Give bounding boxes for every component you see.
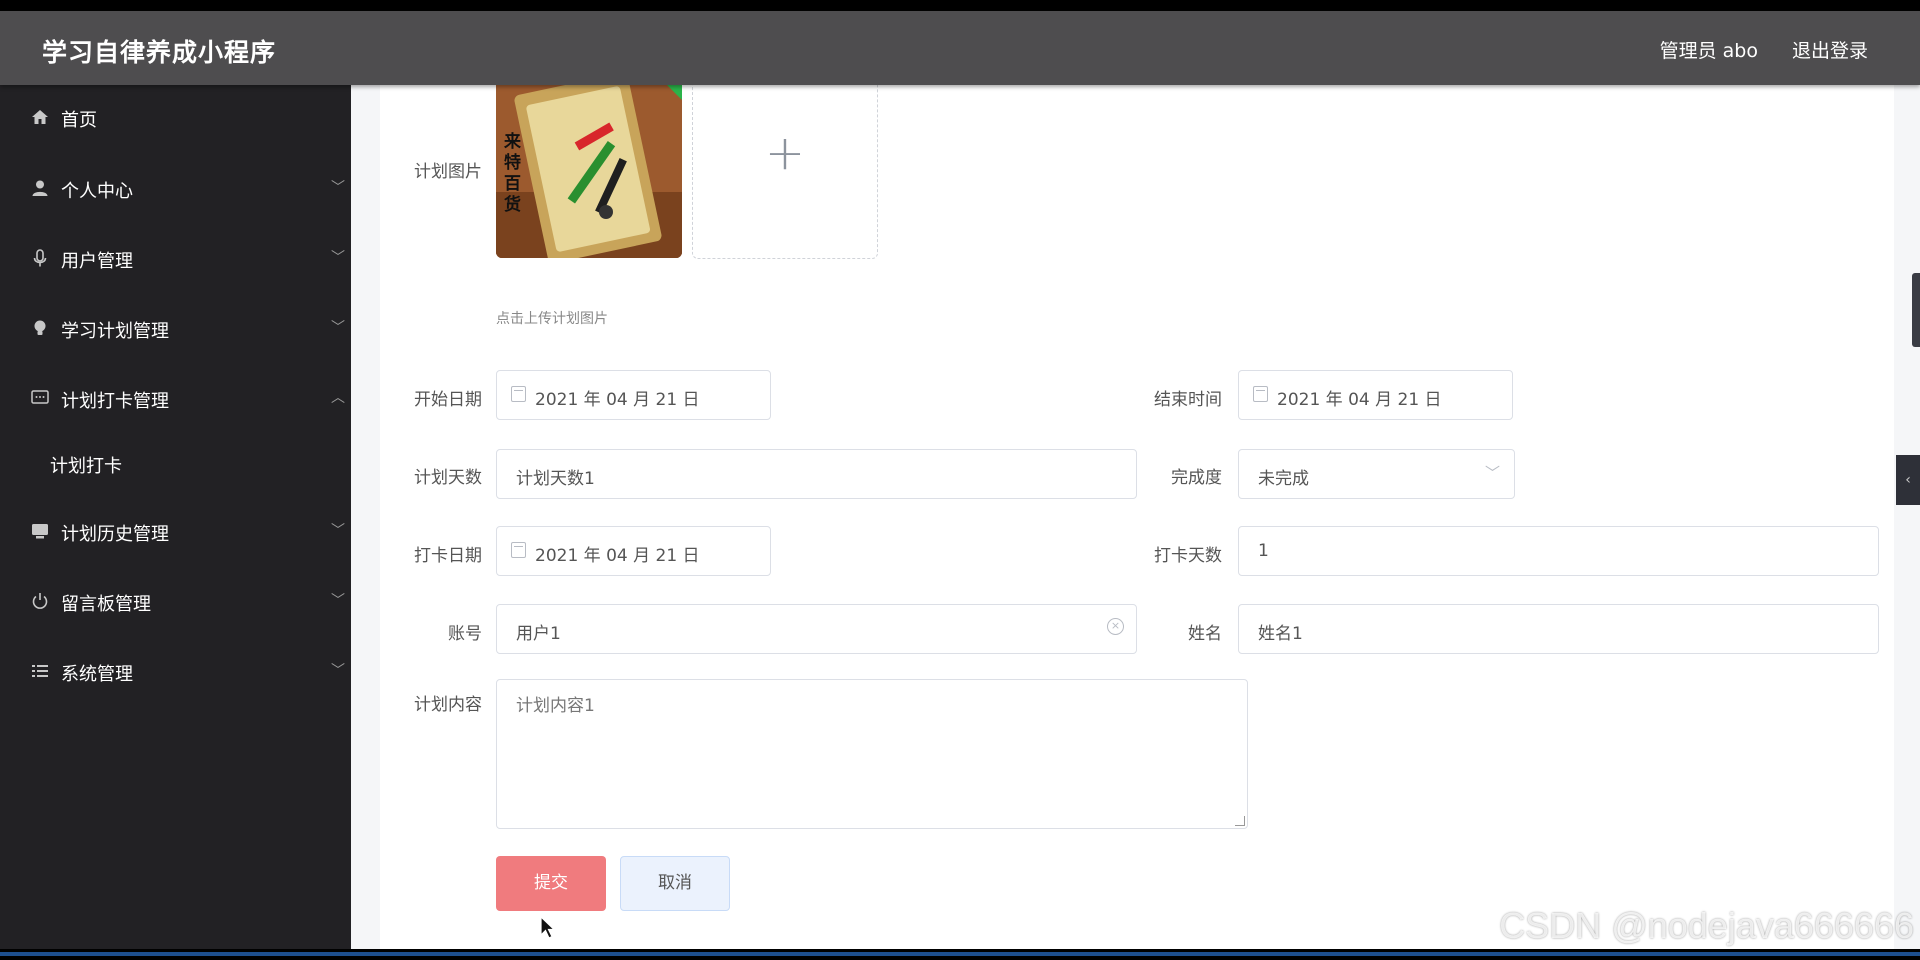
app-title: 学习自律养成小程序 [42, 38, 277, 67]
watermark: CSDN @nodejava666666 [1499, 905, 1914, 946]
plus-icon: + [764, 125, 806, 181]
start-date-value: 2021 年 04 月 21 日 [535, 390, 700, 410]
sidebar-item-label: 计划历史管理 [61, 524, 169, 545]
name-value: 姓名1 [1258, 624, 1303, 644]
checkin-date-value: 2021 年 04 月 21 日 [535, 546, 700, 566]
sidebar-item-label: 计划打卡管理 [61, 391, 169, 412]
collapse-arrow-icon[interactable]: ‹ [1896, 455, 1920, 505]
chevron-down-icon: ﹀ [331, 320, 345, 336]
sidebar-subitem-checkin[interactable]: 计划打卡 [0, 435, 351, 491]
sidebar-item-label: 学习计划管理 [61, 321, 169, 342]
sidebar-item-label: 留言板管理 [61, 594, 151, 615]
photo-caption-text: 来特百货 [504, 132, 521, 215]
account-label: 账号 [448, 624, 482, 644]
plan-days-value: 计划天数1 [516, 469, 595, 489]
sidebar-item-personal-center[interactable]: 个人中心 ﹀ [0, 157, 351, 221]
checkin-days-input[interactable]: 1 [1238, 526, 1879, 576]
calendar-icon [1253, 386, 1268, 402]
account-input[interactable]: 用户1 × [496, 604, 1137, 654]
sidebar-item-label: 用户管理 [61, 251, 133, 272]
completion-value: 未完成 [1258, 469, 1309, 489]
sidebar-item-system-management[interactable]: 系统管理 ﹀ [0, 640, 351, 704]
upload-tip: 点击上传计划图片 [496, 311, 608, 327]
sidebar-item-study-plan[interactable]: 学习计划管理 ﹀ [0, 297, 351, 361]
sidebar-item-user-management[interactable]: 用户管理 ﹀ [0, 227, 351, 291]
sidebar-item-label: 首页 [61, 110, 97, 131]
plan-content-textarea[interactable]: 计划内容1 [496, 679, 1248, 829]
completion-select[interactable]: 未完成 ﹀ [1238, 449, 1515, 499]
chevron-down-icon: ﹀ [331, 523, 345, 539]
completion-label: 完成度 [1171, 468, 1222, 488]
end-date-label: 结束时间 [1154, 390, 1222, 410]
form-panel: 计划图片 来特百货 + 点击上传计划图片 开始日期 2021 年 04 月 21… [380, 72, 1894, 949]
power-icon [30, 592, 50, 612]
sidebar-item-message-board[interactable]: 留言板管理 ﹀ [0, 570, 351, 634]
sidebar-item-home[interactable]: 首页 [0, 86, 351, 150]
plan-content-label: 计划内容 [414, 695, 482, 715]
submit-button[interactable]: 提交 [496, 856, 606, 911]
home-icon [30, 108, 50, 128]
checkin-days-label: 打卡天数 [1154, 546, 1222, 566]
plan-days-input[interactable]: 计划天数1 [496, 449, 1137, 499]
end-date-value: 2021 年 04 月 21 日 [1277, 390, 1442, 410]
chevron-down-icon: ﹀ [331, 663, 345, 679]
current-user-label: 管理员 abo [1659, 40, 1758, 62]
sidebar-item-checkin-management[interactable]: 计划打卡管理 ︿ [0, 367, 351, 431]
microphone-icon [30, 249, 50, 269]
chevron-down-icon: ﹀ [331, 593, 345, 609]
sidebar-item-label: 个人中心 [61, 181, 133, 202]
chat-icon [30, 389, 50, 409]
top-header: 学习自律养成小程序 管理员 abo 退出登录 [0, 11, 1920, 85]
chevron-up-icon: ︿ [331, 390, 345, 406]
checkin-date-label: 打卡日期 [414, 546, 482, 566]
calendar-icon [511, 386, 526, 402]
chevron-down-icon: ﹀ [331, 180, 345, 196]
clear-icon[interactable]: × [1107, 618, 1124, 635]
chevron-down-icon: ﹀ [331, 250, 345, 266]
sidebar: 首页 个人中心 ﹀ 用户管理 ﹀ 学习计划管理 ﹀ 计划打卡管理 ︿ 计划打卡 … [0, 85, 351, 949]
checkin-date-picker[interactable]: 2021 年 04 月 21 日 [496, 526, 771, 576]
plan-image-label: 计划图片 [414, 162, 482, 182]
checkin-days-value: 1 [1258, 541, 1269, 561]
sidebar-item-label: 系统管理 [61, 664, 133, 685]
plan-content-value: 计划内容1 [516, 696, 595, 716]
sidebar-item-plan-history[interactable]: 计划历史管理 ﹀ [0, 500, 351, 564]
monitor-icon [30, 522, 50, 542]
cancel-button[interactable]: 取消 [620, 856, 730, 911]
list-icon [30, 662, 50, 682]
plan-days-label: 计划天数 [414, 468, 482, 488]
chevron-down-icon: ﹀ [1484, 464, 1500, 482]
end-date-picker[interactable]: 2021 年 04 月 21 日 [1238, 370, 1513, 420]
app-screen: 学习自律养成小程序 管理员 abo 退出登录 首页 个人中心 ﹀ 用户管理 ﹀ [0, 11, 1920, 949]
name-input[interactable]: 姓名1 [1238, 604, 1879, 654]
progress-line [0, 952, 1920, 956]
account-value: 用户1 [516, 624, 561, 644]
start-date-picker[interactable]: 2021 年 04 月 21 日 [496, 370, 771, 420]
start-date-label: 开始日期 [414, 390, 482, 410]
side-panel-tab[interactable] [1912, 273, 1920, 347]
user-icon [30, 179, 50, 199]
name-label: 姓名 [1188, 624, 1222, 644]
sidebar-subitem-label: 计划打卡 [50, 456, 122, 477]
logout-link[interactable]: 退出登录 [1792, 36, 1868, 63]
mouse-cursor-icon [540, 916, 556, 939]
calendar-icon [511, 542, 526, 558]
plan-image-thumbnail[interactable]: 来特百货 [496, 72, 682, 258]
bulb-icon [30, 319, 50, 339]
image-upload-button[interactable]: + [692, 72, 878, 259]
resize-handle-icon[interactable] [1235, 816, 1245, 826]
